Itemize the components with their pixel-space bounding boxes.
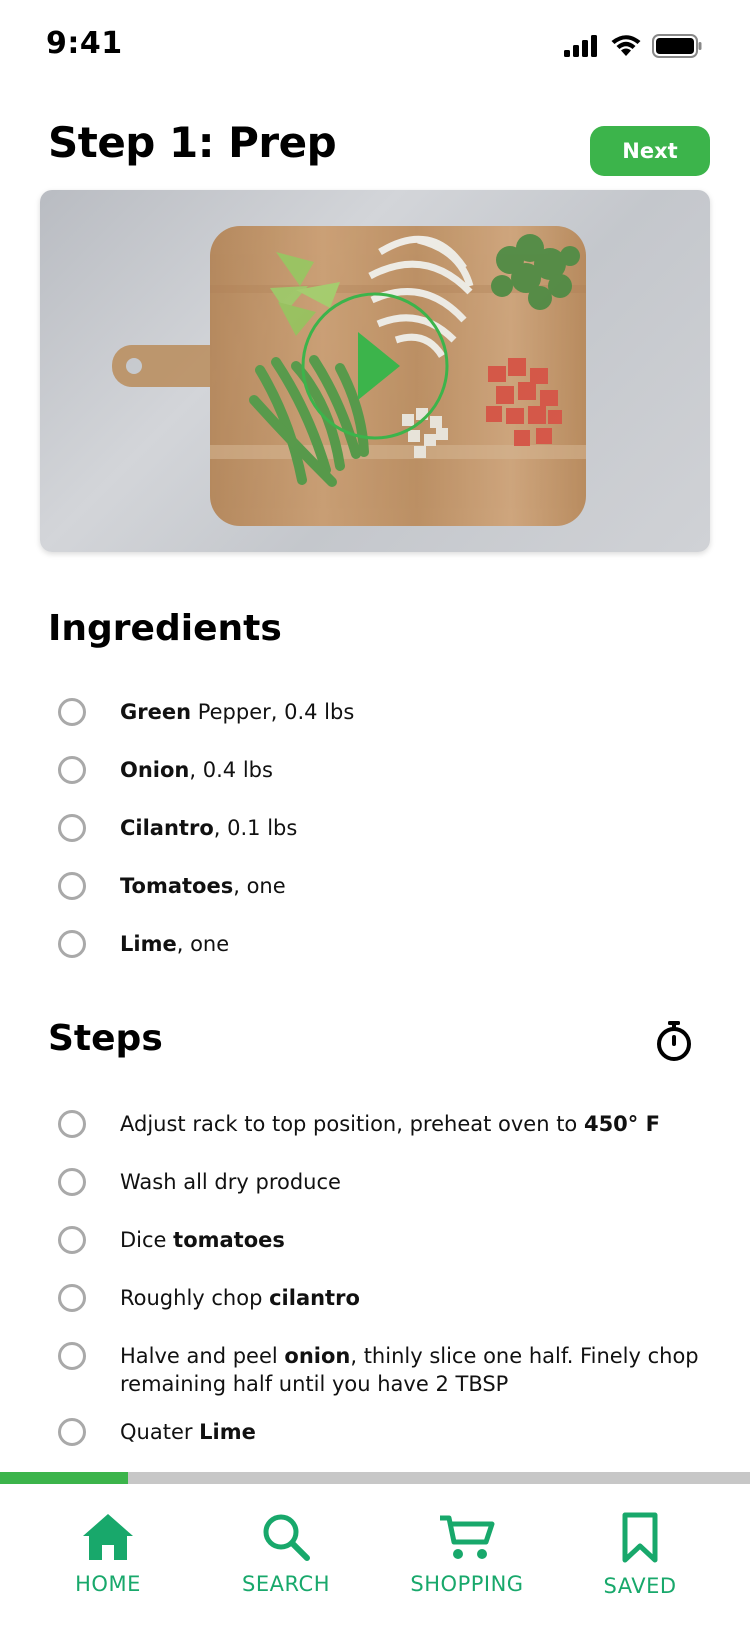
signal-icon — [564, 35, 600, 57]
status-icons — [564, 32, 702, 60]
checkbox[interactable] — [58, 1226, 86, 1254]
checkbox[interactable] — [58, 1168, 86, 1196]
step-text: Dice tomatoes — [120, 1228, 285, 1252]
status-time: 9:41 — [46, 26, 123, 61]
status-bar: 9:41 — [0, 0, 750, 92]
ingredient-text: Onion, 0.4 lbs — [120, 758, 273, 782]
steps-title: Steps — [48, 1018, 163, 1059]
wifi-icon — [610, 34, 642, 58]
checkbox[interactable] — [58, 1110, 86, 1138]
checkbox[interactable] — [58, 1418, 86, 1446]
checkbox[interactable] — [58, 1342, 86, 1370]
progress-fill — [0, 1472, 128, 1484]
cart-icon — [440, 1515, 495, 1559]
checkbox[interactable] — [58, 1284, 86, 1312]
checkbox[interactable] — [58, 814, 86, 842]
tab-home[interactable]: HOME — [28, 1484, 188, 1626]
ingredients-title: Ingredients — [48, 608, 282, 649]
step-text: Roughly chop cilantro — [120, 1286, 360, 1310]
tab-label: SEARCH — [242, 1572, 330, 1596]
battery-icon — [652, 34, 702, 58]
ingredient-text: Tomatoes, one — [120, 874, 286, 898]
cutting-board-image — [112, 226, 586, 526]
tab-shopping[interactable]: SHOPPING — [387, 1484, 547, 1626]
search-icon — [263, 1514, 310, 1561]
tab-label: SAVED — [603, 1574, 677, 1598]
step-text: Wash all dry produce — [120, 1170, 341, 1194]
tab-search[interactable]: SEARCH — [206, 1484, 366, 1626]
page-title: Step 1: Prep — [48, 118, 337, 167]
step-text: Adjust rack to top position, preheat ove… — [120, 1112, 660, 1136]
home-icon — [83, 1514, 133, 1560]
checkbox[interactable] — [58, 930, 86, 958]
bookmark-icon — [622, 1512, 658, 1563]
tab-label: SHOPPING — [410, 1572, 524, 1596]
checkbox[interactable] — [58, 872, 86, 900]
step-text: Quater Lime — [120, 1420, 256, 1444]
tab-saved[interactable]: SAVED — [560, 1484, 720, 1626]
checkbox[interactable] — [58, 698, 86, 726]
ingredient-text: Cilantro, 0.1 lbs — [120, 816, 298, 840]
tab-bar: HOME SEARCH SHOPPING SAVED — [0, 1484, 750, 1626]
checkbox[interactable] — [58, 756, 86, 784]
tab-label: HOME — [75, 1572, 141, 1596]
stopwatch-icon[interactable] — [654, 1020, 694, 1062]
step-text: Halve and peel onion, thinly slice one h… — [120, 1344, 699, 1396]
next-button[interactable]: Next — [590, 126, 710, 176]
progress-bar — [0, 1472, 750, 1484]
ingredient-text: Green Pepper, 0.4 lbs — [120, 700, 355, 724]
ingredient-text: Lime, one — [120, 932, 230, 956]
recipe-video[interactable] — [40, 190, 710, 552]
